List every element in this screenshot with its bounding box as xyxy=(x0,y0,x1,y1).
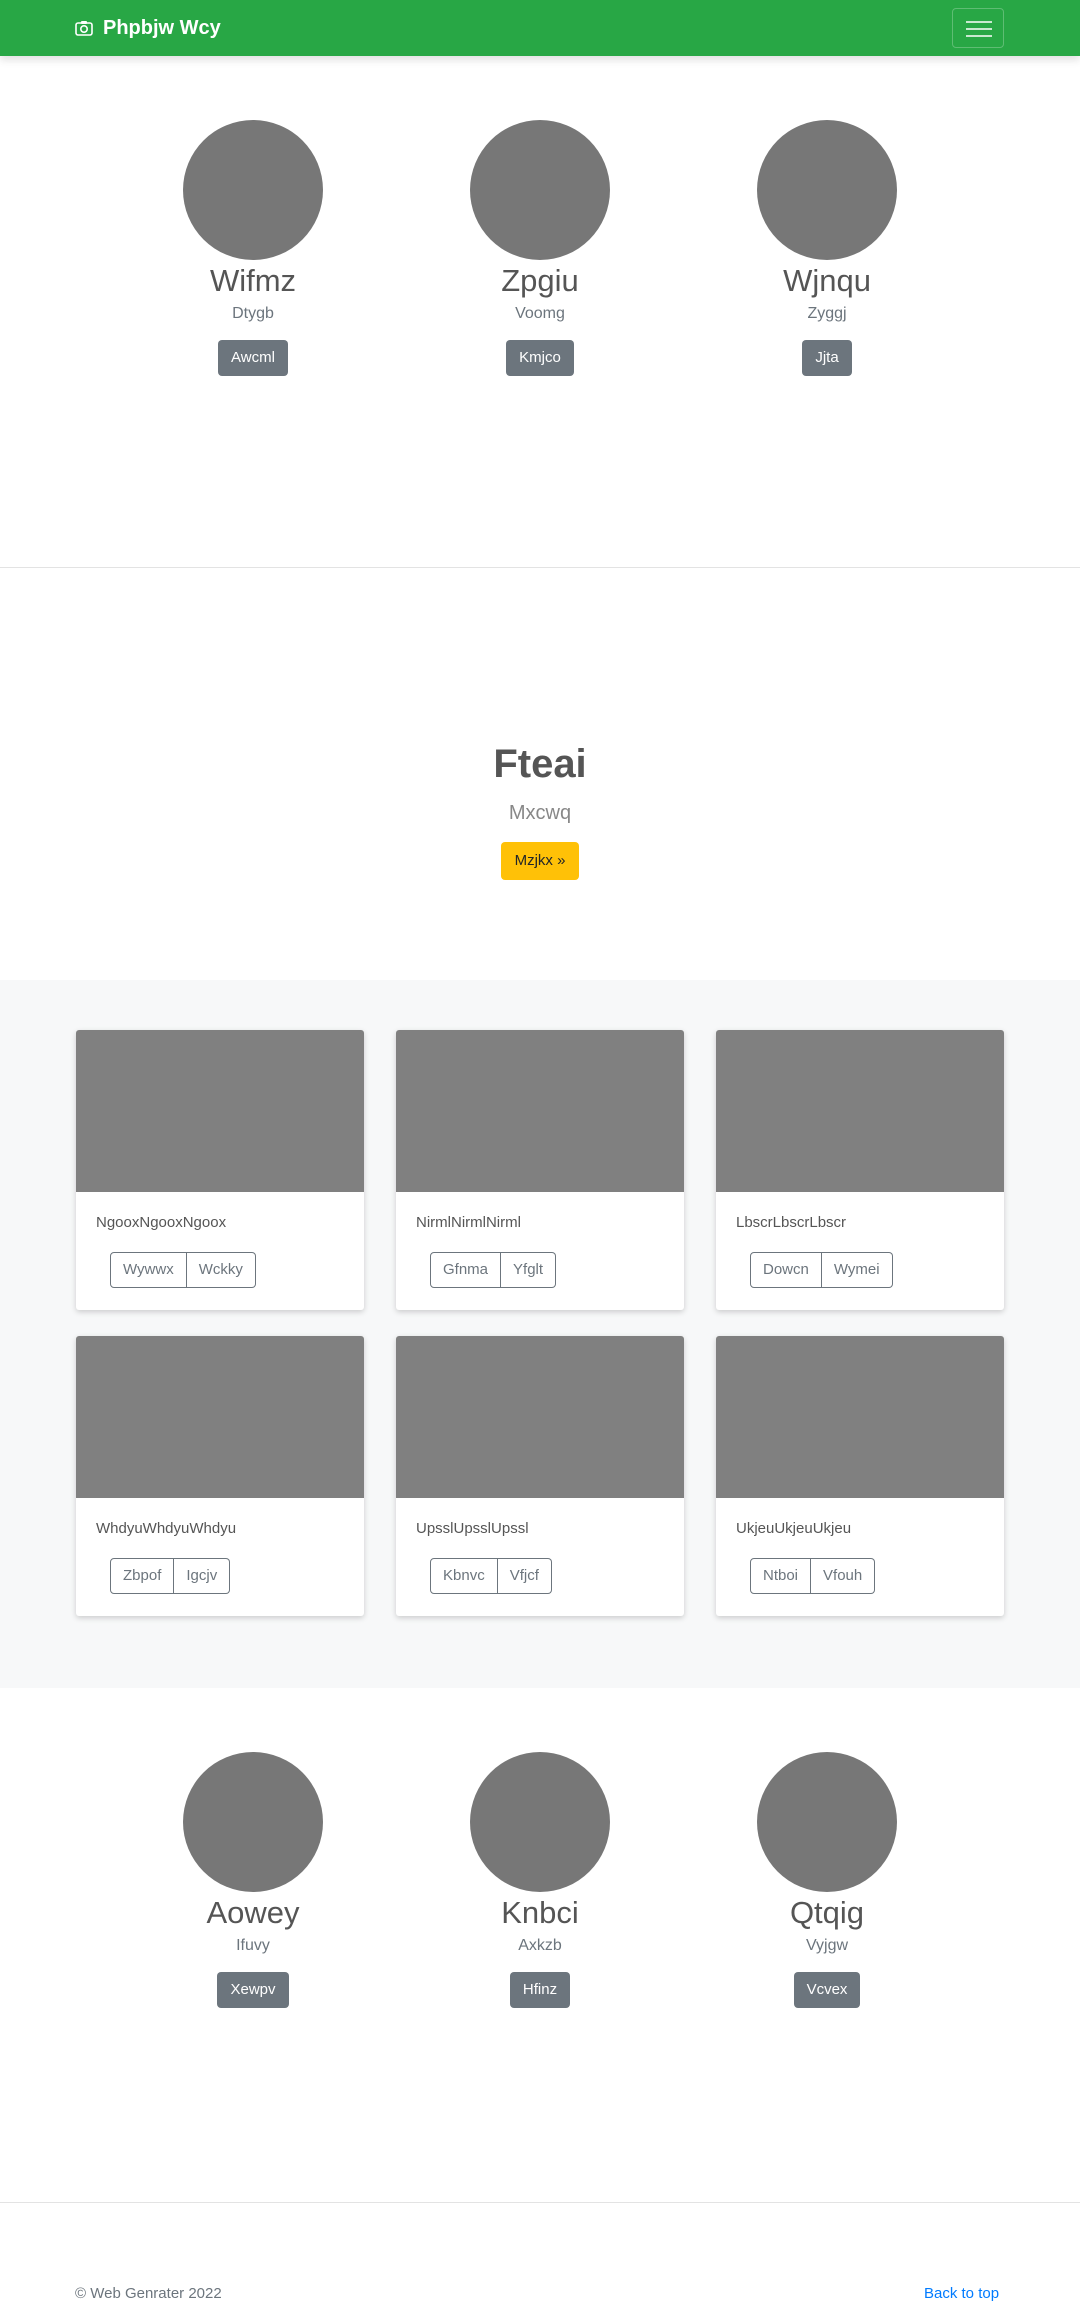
member-button[interactable]: Awcml xyxy=(218,340,288,376)
avatar xyxy=(757,120,897,260)
card-image-placeholder xyxy=(396,1336,684,1498)
member-role: Zyggj xyxy=(807,305,847,322)
member-role: Axkzb xyxy=(518,1937,562,1954)
member-button[interactable]: Hfinz xyxy=(509,1972,571,2008)
card-button-group: Zbpof Igcjv xyxy=(110,1558,231,1594)
album-card: WhdyuWhdyuWhdyu Zbpof Igcjv xyxy=(76,1336,364,1616)
avatar xyxy=(470,1752,610,1892)
card-button[interactable]: Yfglt xyxy=(501,1252,557,1288)
navbar: Phpbjw Wcy xyxy=(0,0,1080,56)
member-button[interactable]: Xewpv xyxy=(217,1972,289,2008)
card-button[interactable]: Wckky xyxy=(186,1252,256,1288)
hamburger-menu-icon xyxy=(966,21,992,23)
member-button[interactable]: Vcvex xyxy=(793,1972,861,2008)
card-button[interactable]: Gfnma xyxy=(430,1252,502,1288)
member-role: Voomg xyxy=(515,305,565,322)
member-name: Zpgiu xyxy=(501,263,579,298)
avatar xyxy=(470,120,610,260)
member-role: Vyjgw xyxy=(805,1937,849,1954)
card-text: NgooxNgooxNgoox xyxy=(96,1214,227,1231)
card-button[interactable]: Vfouh xyxy=(811,1558,876,1594)
member-name: Qtqig xyxy=(789,1895,865,1930)
camera-icon xyxy=(75,21,93,36)
card-image-placeholder xyxy=(716,1030,1004,1192)
album-card: UkjeuUkjeuUkjeu Ntboi Vfouh xyxy=(716,1336,1004,1616)
member-button[interactable]: Kmjco xyxy=(506,340,574,376)
card-button-group: Ntboi Vfouh xyxy=(750,1558,876,1594)
hero-subtitle: Mxcwq xyxy=(508,802,572,824)
album-card: NirmlNirmlNirml Gfnma Yfglt xyxy=(396,1030,684,1310)
team-member: Wifmz Dtygb Awcml xyxy=(133,120,373,376)
member-name: Wifmz xyxy=(209,263,297,298)
card-text: UkjeuUkjeuUkjeu xyxy=(736,1520,852,1537)
card-button[interactable]: Wywwx xyxy=(110,1252,187,1288)
card-text: NirmlNirmlNirml xyxy=(416,1214,521,1231)
album-card: UpsslUpsslUpssl Kbnvc Vfjcf xyxy=(396,1336,684,1616)
card-button-group: Kbnvc Vfjcf xyxy=(430,1558,552,1594)
avatar xyxy=(183,1752,323,1892)
album-card: NgooxNgooxNgoox Wywwx Wckky xyxy=(76,1030,364,1310)
card-image-placeholder xyxy=(76,1030,364,1192)
team-member: Qtqig Vyjgw Vcvex xyxy=(707,1752,947,2008)
card-text: WhdyuWhdyuWhdyu xyxy=(96,1520,237,1537)
album-section: NgooxNgooxNgoox Wywwx Wckky NirmlNirmlNi… xyxy=(0,980,1080,1688)
card-button[interactable]: Igcjv xyxy=(174,1558,231,1594)
team-member: Knbci Axkzb Hfinz xyxy=(420,1752,660,2008)
hero-button[interactable]: Mzjkx » xyxy=(500,842,580,880)
member-button[interactable]: Jjta xyxy=(802,340,852,376)
card-button[interactable]: Dowcn xyxy=(750,1252,822,1288)
card-button-group: Wywwx Wckky xyxy=(110,1252,256,1288)
team-member: Aowey Ifuvy Xewpv xyxy=(133,1752,373,2008)
hero-title: Fteai xyxy=(493,742,587,786)
member-name: Aowey xyxy=(206,1895,300,1930)
avatar xyxy=(757,1752,897,1892)
member-name: Knbci xyxy=(501,1895,579,1930)
divider xyxy=(0,567,1080,568)
card-button-group: Gfnma Yfglt xyxy=(430,1252,557,1288)
member-role: Dtygb xyxy=(232,305,274,322)
card-button[interactable]: Zbpof xyxy=(110,1558,175,1594)
card-button[interactable]: Kbnvc xyxy=(430,1558,498,1594)
card-text: LbscrLbscrLbscr xyxy=(736,1214,847,1231)
team-member: Zpgiu Voomg Kmjco xyxy=(420,120,660,376)
card-button[interactable]: Ntboi xyxy=(750,1558,812,1594)
footer-copyright: © Web Genrater 2022 xyxy=(75,2285,222,2302)
card-image-placeholder xyxy=(396,1030,684,1192)
album-card: LbscrLbscrLbscr Dowcn Wymei xyxy=(716,1030,1004,1310)
team-member: Wjnqu Zyggj Jjta xyxy=(707,120,947,376)
member-role: Ifuvy xyxy=(236,1937,270,1954)
back-to-top-link[interactable]: Back to top xyxy=(924,2284,999,2304)
hero-section: Fteai Mxcwq Mzjkx » xyxy=(0,740,1080,880)
card-image-placeholder xyxy=(716,1336,1004,1498)
card-button-group: Dowcn Wymei xyxy=(750,1252,893,1288)
card-text: UpsslUpsslUpssl xyxy=(416,1520,529,1537)
navbar-toggle-button[interactable] xyxy=(952,8,1004,48)
card-button[interactable]: Vfjcf xyxy=(497,1558,552,1594)
card-button[interactable]: Wymei xyxy=(821,1252,893,1288)
member-name: Wjnqu xyxy=(783,263,871,298)
divider xyxy=(0,2202,1080,2203)
brand-title: Phpbjw Wcy xyxy=(103,16,221,39)
avatar xyxy=(183,120,323,260)
brand-link[interactable]: Phpbjw Wcy xyxy=(75,14,221,42)
card-image-placeholder xyxy=(76,1336,364,1498)
